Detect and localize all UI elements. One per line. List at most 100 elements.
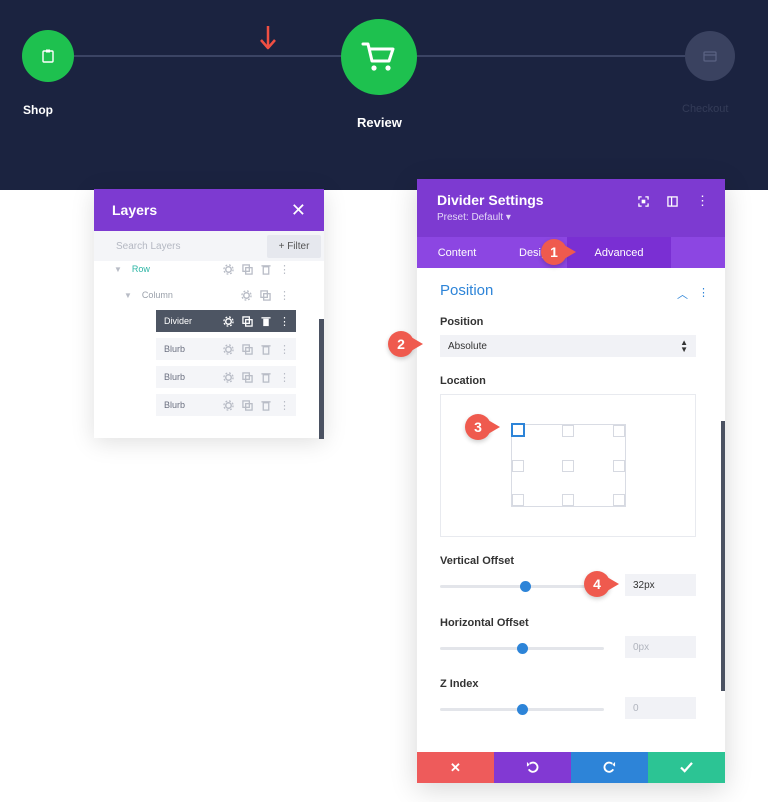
position-value: Absolute bbox=[448, 340, 487, 352]
caret-down-icon[interactable]: ▼ bbox=[124, 291, 132, 300]
layer-label: Blurb bbox=[164, 400, 186, 410]
position-select[interactable]: Absolute ▲ ▼ bbox=[440, 335, 696, 357]
more-icon[interactable]: ⋮ bbox=[279, 371, 290, 384]
layer-label: Column bbox=[141, 290, 173, 300]
layer-row[interactable]: ▼ Row ⋮ bbox=[114, 258, 296, 280]
location-bottom-left[interactable] bbox=[512, 494, 524, 506]
slider-handle[interactable] bbox=[519, 581, 531, 592]
select-arrows-icon: ▲ ▼ bbox=[680, 338, 688, 354]
horizontal-offset-input[interactable]: 0px bbox=[625, 636, 696, 658]
settings-header: Divider Settings Preset: Default ▾ ⋮ bbox=[417, 179, 725, 237]
tab-content[interactable]: Content bbox=[417, 237, 497, 268]
vertical-offset-slider[interactable] bbox=[440, 581, 604, 592]
layer-column[interactable]: ▼ Column ⋮ bbox=[124, 284, 296, 306]
gear-icon[interactable] bbox=[223, 371, 234, 383]
checkout-progress-banner: Shop Review Checkout bbox=[0, 0, 768, 190]
gear-icon[interactable] bbox=[223, 343, 234, 355]
step-label-review: Review bbox=[357, 115, 402, 130]
redo-icon bbox=[603, 761, 616, 773]
z-index-label: Z Index bbox=[440, 678, 479, 690]
redo-button[interactable] bbox=[571, 752, 648, 783]
chevron-up-icon[interactable]: ︿ bbox=[677, 286, 688, 302]
location-top-right[interactable] bbox=[613, 425, 625, 437]
more-icon[interactable]: ⋮ bbox=[696, 193, 709, 209]
undo-button[interactable] bbox=[494, 752, 571, 783]
more-icon[interactable]: ⋮ bbox=[698, 286, 709, 302]
trash-icon[interactable] bbox=[261, 264, 271, 275]
cancel-button[interactable]: ✕ bbox=[417, 752, 494, 783]
gear-icon[interactable] bbox=[223, 263, 234, 275]
location-center-right[interactable] bbox=[613, 460, 625, 472]
location-top-center[interactable] bbox=[562, 425, 574, 437]
arrow-down-icon bbox=[260, 26, 276, 50]
gear-icon[interactable] bbox=[223, 399, 234, 411]
step-review[interactable] bbox=[341, 19, 417, 95]
trash-icon[interactable] bbox=[261, 372, 271, 383]
layer-module[interactable]: Divider ⋮ bbox=[156, 310, 296, 332]
duplicate-icon[interactable] bbox=[242, 315, 253, 327]
vertical-offset-input[interactable]: 32px bbox=[625, 574, 696, 596]
preset-dropdown[interactable]: Preset: Default ▾ bbox=[437, 212, 705, 223]
z-index-input[interactable]: 0 bbox=[625, 697, 696, 719]
trash-icon[interactable] bbox=[261, 344, 271, 355]
step-shop[interactable] bbox=[22, 30, 74, 82]
search-input[interactable]: Search Layers bbox=[116, 241, 180, 252]
trash-icon[interactable] bbox=[261, 400, 271, 411]
location-top-left[interactable] bbox=[511, 423, 525, 437]
location-center[interactable] bbox=[562, 460, 574, 472]
duplicate-icon[interactable] bbox=[242, 371, 253, 383]
layer-module[interactable]: Blurb ⋮ bbox=[156, 366, 296, 388]
position-label: Position bbox=[440, 316, 484, 328]
more-icon[interactable]: ⋮ bbox=[279, 289, 290, 302]
location-label: Location bbox=[440, 375, 486, 387]
layer-label: Divider bbox=[164, 316, 193, 326]
vertical-offset-label: Vertical Offset bbox=[440, 555, 514, 567]
layers-search[interactable]: Search Layers + Filter bbox=[94, 231, 324, 261]
step-label-checkout: Checkout bbox=[682, 103, 729, 115]
more-icon[interactable]: ⋮ bbox=[279, 399, 290, 412]
layers-panel: Layers ✕ Search Layers + Filter ▼ Row ⋮ … bbox=[94, 189, 324, 439]
location-center-left[interactable] bbox=[512, 460, 524, 472]
slider-handle[interactable] bbox=[516, 704, 528, 715]
horizontal-offset-label: Horizontal Offset bbox=[440, 617, 529, 629]
callout-badge-3: 3 bbox=[465, 414, 500, 440]
layer-module[interactable]: Blurb ⋮ bbox=[156, 394, 296, 416]
horizontal-offset-slider[interactable] bbox=[440, 643, 604, 654]
duplicate-icon[interactable] bbox=[242, 263, 253, 275]
layers-scrollbar[interactable] bbox=[319, 319, 324, 439]
step-label-shop: Shop bbox=[23, 103, 53, 117]
location-bottom-center[interactable] bbox=[562, 494, 574, 506]
settings-scrollbar[interactable] bbox=[721, 421, 725, 691]
z-index-slider[interactable] bbox=[440, 704, 604, 715]
layers-header: Layers ✕ bbox=[94, 189, 324, 231]
duplicate-icon[interactable] bbox=[260, 289, 271, 301]
duplicate-icon[interactable] bbox=[242, 343, 253, 355]
more-icon[interactable]: ⋮ bbox=[279, 315, 290, 328]
close-icon[interactable]: ✕ bbox=[291, 200, 306, 221]
location-bottom-right[interactable] bbox=[613, 494, 625, 506]
expand-icon[interactable] bbox=[638, 195, 649, 207]
layer-label: Row bbox=[131, 264, 150, 274]
gear-icon[interactable] bbox=[223, 315, 234, 327]
divider-settings-panel: Divider Settings Preset: Default ▾ ⋮ Con… bbox=[417, 179, 725, 783]
layers-title: Layers bbox=[112, 202, 158, 218]
tab-advanced[interactable]: Advanced bbox=[567, 237, 671, 268]
duplicate-icon[interactable] bbox=[242, 399, 253, 411]
check-icon bbox=[680, 762, 693, 773]
undo-icon bbox=[526, 761, 539, 773]
gear-icon[interactable] bbox=[241, 289, 252, 301]
cart-icon bbox=[361, 42, 395, 71]
callout-badge-4: 4 bbox=[584, 571, 619, 597]
trash-icon[interactable] bbox=[261, 316, 271, 327]
step-checkout[interactable] bbox=[685, 31, 735, 81]
settings-footer: ✕ bbox=[417, 752, 725, 783]
save-button[interactable] bbox=[648, 752, 725, 783]
slider-handle[interactable] bbox=[516, 643, 528, 654]
section-title[interactable]: Position bbox=[440, 282, 493, 299]
more-icon[interactable]: ⋮ bbox=[279, 343, 290, 356]
filter-button[interactable]: + Filter bbox=[267, 235, 321, 258]
more-icon[interactable]: ⋮ bbox=[279, 263, 290, 276]
caret-down-icon[interactable]: ▼ bbox=[114, 265, 122, 274]
layer-module[interactable]: Blurb ⋮ bbox=[156, 338, 296, 360]
sidebar-icon[interactable] bbox=[667, 195, 678, 207]
